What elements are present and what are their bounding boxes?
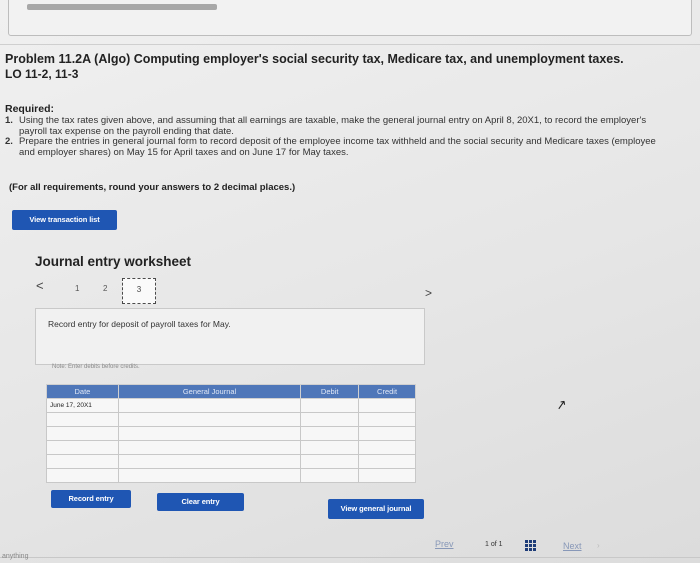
account-input[interactable] — [117, 398, 302, 413]
account-input[interactable] — [117, 454, 302, 469]
debit-input[interactable] — [300, 412, 360, 427]
requirement-text: Prepare the entries in general journal f… — [19, 136, 656, 158]
record-entry-button[interactable]: Record entry — [51, 490, 131, 508]
top-progress-bar — [27, 4, 217, 10]
chevron-right-icon: › — [597, 541, 600, 550]
credit-input[interactable] — [358, 468, 416, 483]
step-tab-2[interactable]: 2 — [103, 284, 107, 293]
table-row: June 17, 20X1 — [46, 398, 416, 413]
required-label: Required: — [5, 103, 55, 115]
entry-instruction-text: Record entry for deposit of payroll taxe… — [48, 319, 231, 329]
worksheet-prev-arrow-icon[interactable]: < — [36, 278, 44, 293]
date-cell[interactable]: June 17, 20X1 — [46, 398, 119, 413]
entry-instruction-box: Record entry for deposit of payroll taxe… — [35, 308, 425, 365]
clear-entry-button[interactable]: Clear entry — [157, 493, 244, 511]
account-input[interactable] — [117, 440, 302, 455]
top-panel — [8, 0, 692, 36]
credit-input[interactable] — [358, 398, 416, 413]
account-input[interactable] — [117, 468, 302, 483]
account-input[interactable] — [117, 426, 302, 441]
pager-prev-link[interactable]: Prev — [435, 539, 454, 549]
mouse-cursor-icon: ↗ — [554, 396, 569, 413]
footer-text: anything — [2, 553, 29, 560]
view-transaction-list-button[interactable]: View transaction list — [12, 210, 117, 230]
table-row — [46, 426, 416, 441]
journal-entry-table: Date General Journal Debit Credit June 1… — [46, 384, 416, 483]
date-cell[interactable] — [46, 412, 119, 427]
column-header-general-journal: General Journal — [117, 384, 302, 399]
requirement-text: Using the tax rates given above, and ass… — [19, 115, 647, 137]
worksheet-next-arrow-icon[interactable]: > — [425, 286, 432, 300]
debit-input[interactable] — [300, 426, 360, 441]
header-divider — [0, 44, 700, 45]
step-tab-1[interactable]: 1 — [75, 284, 79, 293]
debit-input[interactable] — [300, 468, 360, 483]
date-cell[interactable] — [46, 454, 119, 469]
debits-credits-note: Note: Enter debits before credits. — [52, 364, 140, 370]
pager-count: 1 of 1 — [485, 541, 503, 548]
table-row — [46, 440, 416, 455]
requirement-number: 2. — [5, 136, 13, 148]
table-header-row: Date General Journal Debit Credit — [46, 384, 416, 399]
grid-menu-icon[interactable] — [525, 540, 538, 551]
debit-input[interactable] — [300, 440, 360, 455]
credit-input[interactable] — [358, 440, 416, 455]
problem-title: Problem 11.2A (Algo) Computing employer'… — [5, 52, 624, 66]
column-header-debit: Debit — [300, 384, 360, 399]
requirements-list: 1. Using the tax rates given above, and … — [5, 115, 665, 158]
debit-input[interactable] — [300, 454, 360, 469]
learning-objectives: LO 11-2, 11-3 — [5, 67, 79, 81]
date-cell[interactable] — [46, 468, 119, 483]
column-header-credit: Credit — [358, 384, 416, 399]
debit-input[interactable] — [300, 398, 360, 413]
step-tab-3-active[interactable]: 3 — [122, 278, 156, 304]
requirement-item: 1. Using the tax rates given above, and … — [5, 115, 665, 137]
table-row — [46, 468, 416, 483]
worksheet-title: Journal entry worksheet — [35, 254, 192, 269]
table-row — [46, 412, 416, 427]
credit-input[interactable] — [358, 454, 416, 469]
view-general-journal-button[interactable]: View general journal — [328, 499, 424, 519]
pager-next-link[interactable]: Next — [563, 541, 582, 551]
credit-input[interactable] — [358, 412, 416, 427]
account-input[interactable] — [117, 412, 302, 427]
column-header-date: Date — [46, 384, 119, 399]
table-row — [46, 454, 416, 469]
credit-input[interactable] — [358, 426, 416, 441]
rounding-note: (For all requirements, round your answer… — [9, 182, 296, 193]
date-cell[interactable] — [46, 440, 119, 455]
requirement-item: 2. Prepare the entries in general journa… — [5, 136, 665, 158]
date-cell[interactable] — [46, 426, 119, 441]
requirement-number: 1. — [5, 115, 13, 126]
footer-divider — [0, 557, 700, 558]
